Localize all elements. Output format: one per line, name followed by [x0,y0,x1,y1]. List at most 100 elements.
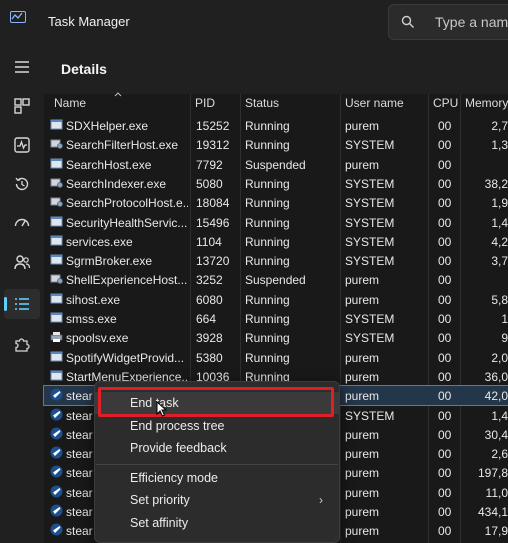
process-cpu: 00 [438,505,452,519]
search-box[interactable]: Type a name [388,4,508,40]
process-cpu: 00 [438,157,452,172]
app-window-icon [50,118,63,131]
process-user: SYSTEM [345,215,395,230]
process-status: Running [245,176,290,191]
hamburger-menu-button[interactable] [4,52,40,82]
menu-item-efficiency-mode[interactable]: Efficiency mode [95,467,339,489]
users-icon [14,255,31,270]
menu-item-label: End process tree [130,419,225,433]
process-user: purem [345,505,380,519]
process-status: Suspended [245,273,306,288]
menu-item-set-priority[interactable]: Set priority › [95,489,339,511]
table-row[interactable]: SearchFilterHost.exe 19312 Running SYSTEM 00… [44,135,508,154]
title-bar: Task Manager Type a name [0,0,508,44]
process-cpu: 00 [438,524,452,539]
process-memory: 434,1 [477,505,508,519]
table-row[interactable]: ShellExperienceHost.... 3252 Suspended pure… [44,270,508,289]
process-user: purem [345,447,380,462]
process-user: purem [345,389,380,404]
process-name: SearchHost.exe [66,157,152,172]
column-header-pid[interactable]: PID [195,96,215,110]
process-memory: 11,0 [485,485,508,500]
process-status: Running [245,119,290,133]
process-cpu: 00 [438,119,452,133]
process-name: spoolsv.exe [66,331,129,346]
menu-item-end-process-tree[interactable]: End process tree [95,415,339,437]
menu-item-set-affinity[interactable]: Set affinity [95,512,339,534]
process-name: ShellExperienceHost.... [66,273,188,288]
process-cpu: 00 [438,447,452,462]
column-header-memory[interactable]: Memory [465,96,508,110]
process-memory: 1,9 [491,196,508,211]
process-pid: 7792 [196,157,223,172]
nav-users[interactable] [4,247,40,277]
column-header-status[interactable]: Status [245,96,279,110]
process-pid: 664 [196,312,217,326]
table-row[interactable]: SearchProtocolHost.e... 18084 Running SYSTE… [44,193,508,212]
page-title: Details [61,61,107,77]
process-pid: 6080 [196,292,223,307]
process-name: SearchFilterHost.exe [66,138,179,153]
table-row[interactable]: SgrmBroker.exe 13720 Running SYSTEM 00 3,7 [44,251,508,270]
table-row[interactable]: services.exe 1104 Running SYSTEM 00 4,2 [44,232,508,251]
process-cpu: 00 [438,292,452,307]
nav-processes[interactable] [4,91,40,121]
process-pid: 15496 [196,215,230,230]
process-cpu: 00 [438,466,452,481]
process-cpu: 00 [438,312,452,326]
process-cpu: 00 [438,350,452,365]
nav-app-history[interactable] [4,169,40,199]
table-row[interactable]: SDXHelper.exe 15252 Running purem 00 2,7 [44,116,508,135]
process-user: purem [345,157,380,172]
column-header-name[interactable]: Name [54,96,86,110]
process-status: Running [245,331,290,346]
process-cpu: 00 [438,389,452,404]
table-row[interactable]: SecurityHealthServic... 15496 Running SYSTE… [44,213,508,232]
process-pid: 13720 [196,254,230,269]
process-memory: 2,6 [491,447,508,462]
process-user: SYSTEM [345,234,395,249]
sidebar [0,44,44,543]
process-memory: 4,2 [491,234,508,249]
process-pid: 1104 [196,234,222,249]
column-header-cpu[interactable]: CPU [433,96,458,110]
app-window-icon [50,350,63,363]
nav-startup-apps[interactable] [4,208,40,238]
process-cpu: 00 [438,215,452,230]
nav-services[interactable] [4,329,40,359]
menu-divider [96,464,338,465]
process-name: SDXHelper.exe [66,119,149,133]
table-row[interactable]: spoolsv.exe 3928 Running SYSTEM 00 9 [44,328,508,347]
process-status: Running [245,350,290,365]
app-window-icon [50,215,63,228]
performance-icon [14,137,30,153]
process-memory: 3,7 [491,254,508,269]
process-memory: 2,7 [491,119,508,133]
task-manager-app-icon [10,11,26,23]
process-cpu: 00 [438,234,452,249]
nav-details[interactable] [4,289,40,319]
process-user: SYSTEM [345,138,395,153]
column-header-user-name[interactable]: User name [345,96,404,110]
table-row[interactable]: sihost.exe 6080 Running purem 00 5,8 [44,290,508,309]
search-input[interactable]: Type a name [435,14,508,30]
app-window-icon [50,311,63,324]
app-window-icon [50,157,63,170]
process-name: smss.exe [66,312,117,326]
table-row[interactable]: SpotifyWidgetProvid... 5380 Running purem 00… [44,348,508,367]
table-row[interactable]: smss.exe 664 Running SYSTEM 00 1 [44,309,508,328]
menu-item-label: Efficiency mode [130,471,219,485]
page-header [44,44,508,94]
system-process-icon [50,195,63,208]
process-user: purem [345,466,380,481]
table-row[interactable]: SearchIndexer.exe 5080 Running SYSTEM 00 38,2 [44,174,508,193]
nav-performance[interactable] [4,130,40,160]
app-window-icon [50,253,63,266]
table-row[interactable]: SearchHost.exe 7792 Suspended purem 00 [44,155,508,174]
process-user: SYSTEM [345,254,395,269]
menu-item-provide-feedback[interactable]: Provide feedback [95,437,339,459]
process-cpu: 00 [438,408,452,423]
process-user: purem [345,427,380,442]
process-status: Running [245,196,290,211]
process-status: Suspended [245,157,306,172]
